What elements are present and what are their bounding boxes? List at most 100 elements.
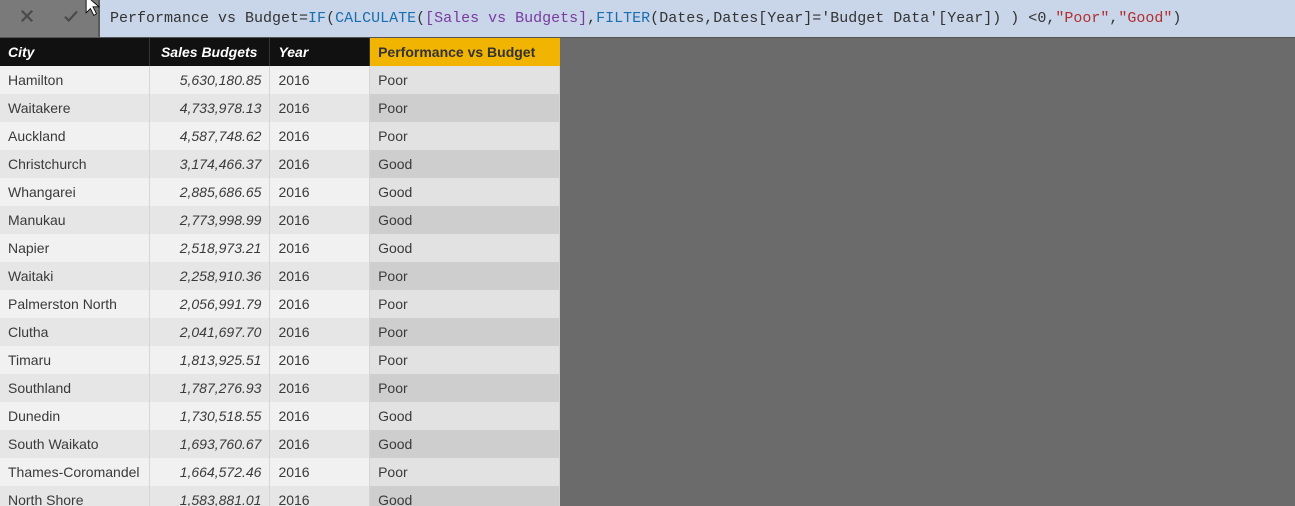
col-header-sales-budgets[interactable]: Sales Budgets	[150, 38, 270, 66]
cell-budget: 1,583,881.01	[150, 486, 270, 506]
formula-controls	[0, 0, 100, 37]
data-table: City Sales Budgets Year Performance vs B…	[0, 38, 560, 506]
formula-bar: Performance vs Budget = IF ( CALCULATE (…	[0, 0, 1295, 38]
cell-budget: 2,885,686.65	[150, 178, 270, 206]
cell-city: Christchurch	[0, 150, 150, 178]
cell-budget: 3,174,466.37	[150, 150, 270, 178]
cell-budget: 2,056,991.79	[150, 290, 270, 318]
cell-budget: 1,787,276.93	[150, 374, 270, 402]
cell-perf: Poor	[370, 94, 560, 122]
table-row[interactable]: Palmerston North2,056,991.792016Poor	[0, 290, 560, 318]
cell-city: North Shore	[0, 486, 150, 506]
cell-budget: 2,041,697.70	[150, 318, 270, 346]
cell-year: 2016	[270, 150, 370, 178]
table-row[interactable]: Hamilton5,630,180.852016Poor	[0, 66, 560, 94]
cell-perf: Good	[370, 402, 560, 430]
table-row[interactable]: Manukau2,773,998.992016Good	[0, 206, 560, 234]
fn-filter: FILTER	[596, 10, 650, 27]
table-row[interactable]: North Shore1,583,881.012016Good	[0, 486, 560, 506]
cell-city: Thames-Coromandel	[0, 458, 150, 486]
table-row[interactable]: Timaru1,813,925.512016Poor	[0, 346, 560, 374]
cell-perf: Poor	[370, 66, 560, 94]
data-table-container: City Sales Budgets Year Performance vs B…	[0, 38, 560, 506]
cell-budget: 5,630,180.85	[150, 66, 270, 94]
cell-perf: Good	[370, 430, 560, 458]
cell-budget: 2,258,910.36	[150, 262, 270, 290]
cell-year: 2016	[270, 346, 370, 374]
formula-input[interactable]: Performance vs Budget = IF ( CALCULATE (…	[100, 0, 1295, 37]
table-row[interactable]: Auckland4,587,748.622016Poor	[0, 122, 560, 150]
fn-calculate: CALCULATE	[335, 10, 416, 27]
cell-city: Clutha	[0, 318, 150, 346]
cell-year: 2016	[270, 374, 370, 402]
table-header-row: City Sales Budgets Year Performance vs B…	[0, 38, 560, 66]
table-row[interactable]: Southland1,787,276.932016Poor	[0, 374, 560, 402]
cell-city: Waitakere	[0, 94, 150, 122]
ref-sales-vs-budgets: [Sales vs Budgets]	[425, 10, 587, 27]
cell-budget: 2,518,973.21	[150, 234, 270, 262]
cell-city: Manukau	[0, 206, 150, 234]
measure-name: Performance vs Budget	[110, 10, 299, 27]
table-row[interactable]: Whangarei2,885,686.652016Good	[0, 178, 560, 206]
cell-year: 2016	[270, 402, 370, 430]
str-poor: "Poor"	[1055, 10, 1109, 27]
cell-budget: 4,733,978.13	[150, 94, 270, 122]
col-header-performance-vs-budget[interactable]: Performance vs Budget	[370, 38, 560, 66]
cell-city: Southland	[0, 374, 150, 402]
cell-budget: 4,587,748.62	[150, 122, 270, 150]
table-row[interactable]: Clutha2,041,697.702016Poor	[0, 318, 560, 346]
check-icon	[62, 7, 80, 30]
cell-perf: Good	[370, 486, 560, 506]
cell-city: Hamilton	[0, 66, 150, 94]
cell-perf: Poor	[370, 458, 560, 486]
cell-year: 2016	[270, 94, 370, 122]
table-row[interactable]: South Waikato1,693,760.672016Good	[0, 430, 560, 458]
cell-perf: Poor	[370, 318, 560, 346]
cell-budget: 2,773,998.99	[150, 206, 270, 234]
cell-year: 2016	[270, 262, 370, 290]
col-header-year[interactable]: Year	[270, 38, 370, 66]
close-icon	[18, 7, 36, 30]
cell-year: 2016	[270, 318, 370, 346]
cancel-button[interactable]	[14, 6, 40, 32]
cell-city: Timaru	[0, 346, 150, 374]
confirm-button[interactable]	[58, 6, 84, 32]
cell-year: 2016	[270, 66, 370, 94]
cell-year: 2016	[270, 486, 370, 506]
cell-perf: Good	[370, 206, 560, 234]
cell-perf: Good	[370, 234, 560, 262]
table-row[interactable]: Waitaki2,258,910.362016Poor	[0, 262, 560, 290]
cell-city: Waitaki	[0, 262, 150, 290]
cell-perf: Poor	[370, 262, 560, 290]
cell-year: 2016	[270, 458, 370, 486]
fn-if: IF	[308, 10, 326, 27]
cell-year: 2016	[270, 178, 370, 206]
table-row[interactable]: Napier2,518,973.212016Good	[0, 234, 560, 262]
cell-year: 2016	[270, 206, 370, 234]
cell-city: Dunedin	[0, 402, 150, 430]
cell-city: Palmerston North	[0, 290, 150, 318]
cell-perf: Good	[370, 178, 560, 206]
cell-year: 2016	[270, 290, 370, 318]
cell-perf: Poor	[370, 346, 560, 374]
cell-city: Napier	[0, 234, 150, 262]
cell-budget: 1,730,518.55	[150, 402, 270, 430]
cell-perf: Poor	[370, 122, 560, 150]
col-header-city[interactable]: City	[0, 38, 150, 66]
str-good: "Good"	[1118, 10, 1172, 27]
cell-city: Whangarei	[0, 178, 150, 206]
cell-year: 2016	[270, 122, 370, 150]
cell-city: Auckland	[0, 122, 150, 150]
table-row[interactable]: Christchurch3,174,466.372016Good	[0, 150, 560, 178]
cell-budget: 1,813,925.51	[150, 346, 270, 374]
cell-year: 2016	[270, 234, 370, 262]
cell-year: 2016	[270, 430, 370, 458]
cell-budget: 1,693,760.67	[150, 430, 270, 458]
cell-budget: 1,664,572.46	[150, 458, 270, 486]
table-row[interactable]: Dunedin1,730,518.552016Good	[0, 402, 560, 430]
table-row[interactable]: Thames-Coromandel1,664,572.462016Poor	[0, 458, 560, 486]
cell-perf: Poor	[370, 290, 560, 318]
table-row[interactable]: Waitakere4,733,978.132016Poor	[0, 94, 560, 122]
cell-perf: Good	[370, 150, 560, 178]
cell-city: South Waikato	[0, 430, 150, 458]
